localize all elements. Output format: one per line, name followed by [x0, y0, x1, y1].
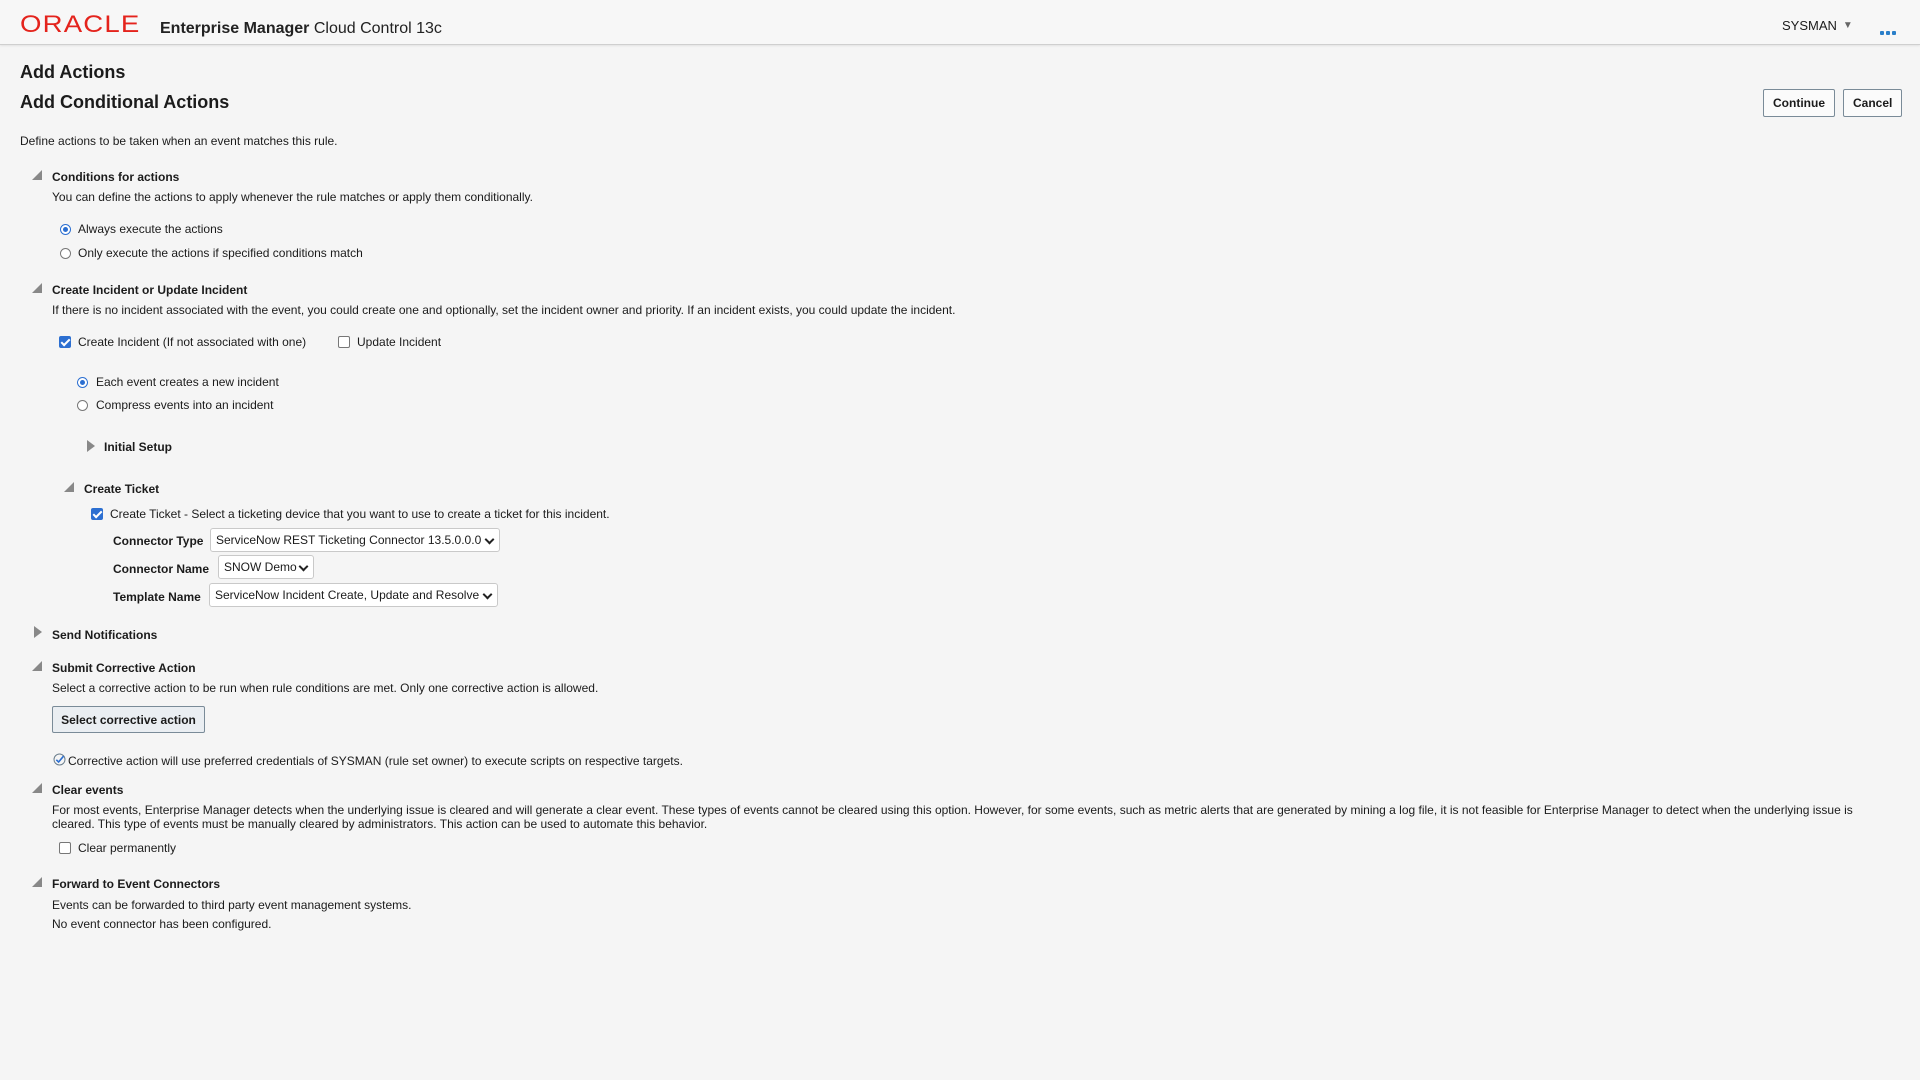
initial-setup-heading[interactable]: Initial Setup — [104, 440, 172, 454]
collapse-triangle-icon[interactable] — [32, 783, 42, 793]
collapse-triangle-icon[interactable] — [32, 661, 42, 671]
create-ticket-heading: Create Ticket — [84, 482, 160, 496]
user-name: SYSMAN — [1782, 18, 1837, 33]
conditions-description: You can define the actions to apply when… — [52, 190, 533, 204]
radio-always-execute-label: Always execute the actions — [78, 222, 223, 236]
section-incident-heading: Create Incident or Update Incident — [52, 283, 248, 297]
clear-events-description-line2: cleared. This type of events must be man… — [52, 817, 708, 831]
more-options-icon[interactable] — [1880, 22, 1898, 35]
radio-compress-events-label: Compress events into an incident — [96, 398, 274, 412]
clear-events-description-line1: For most events, Enterprise Manager dete… — [52, 803, 1853, 817]
update-incident-checkbox[interactable] — [338, 336, 350, 348]
collapse-triangle-icon[interactable] — [32, 283, 42, 293]
clear-permanently-checkbox[interactable] — [59, 842, 71, 854]
radio-conditional-execute[interactable] — [60, 248, 71, 259]
checkmark-info-icon — [53, 753, 66, 766]
expand-triangle-icon[interactable] — [34, 626, 42, 638]
section-clear-events-heading: Clear events — [52, 783, 124, 797]
create-ticket-checkbox[interactable] — [91, 508, 103, 520]
cancel-button[interactable]: Cancel — [1843, 89, 1903, 117]
section-forward-heading: Forward to Event Connectors — [52, 877, 221, 891]
app-title: Enterprise Manager Cloud Control 13c — [160, 19, 442, 39]
expand-triangle-icon[interactable] — [87, 440, 95, 452]
app-title-sub: Cloud Control 13c — [313, 20, 442, 37]
radio-each-event-label: Each event creates a new incident — [96, 375, 279, 389]
app-title-bold: Enterprise Manager — [160, 20, 310, 37]
update-incident-label: Update Incident — [357, 335, 442, 349]
corrective-description: Select a corrective action to be run whe… — [52, 681, 599, 695]
template-name-label: Template Name — [113, 590, 201, 604]
forward-description: Events can be forwarded to third party e… — [52, 898, 412, 912]
connector-type-select[interactable]: ServiceNow REST Ticketing Connector 13.5… — [210, 528, 500, 552]
forward-status: No event connector has been configured. — [52, 917, 272, 931]
page-description: Define actions to be taken when an event… — [20, 134, 338, 148]
app-header: ORACLE Enterprise Manager Cloud Control … — [0, 0, 1920, 45]
connector-type-label: Connector Type — [113, 534, 204, 548]
oracle-logo[interactable]: ORACLE — [20, 13, 140, 37]
connector-name-select[interactable]: SNOW Demo — [218, 555, 314, 579]
page-subtitle: Add Conditional Actions — [20, 92, 230, 112]
section-notifications-heading[interactable]: Send Notifications — [52, 628, 157, 642]
page-title: Add Actions — [20, 62, 126, 82]
user-menu[interactable]: SYSMAN ▼ — [1782, 18, 1853, 33]
corrective-info-text: Corrective action will use preferred cre… — [68, 754, 683, 768]
create-ticket-label: Create Ticket - Select a ticketing devic… — [110, 507, 610, 521]
section-corrective-heading: Submit Corrective Action — [52, 661, 196, 675]
collapse-triangle-icon[interactable] — [64, 482, 74, 492]
template-name-select[interactable]: ServiceNow Incident Create, Update and R… — [209, 583, 498, 607]
radio-always-execute[interactable] — [60, 224, 71, 235]
radio-compress-events[interactable] — [77, 400, 88, 411]
continue-button[interactable]: Continue — [1763, 89, 1835, 117]
connector-name-label: Connector Name — [113, 562, 210, 576]
chevron-down-icon: ▼ — [1842, 20, 1853, 31]
section-conditions-heading: Conditions for actions — [52, 170, 180, 184]
select-corrective-action-button[interactable]: Select corrective action — [52, 706, 205, 733]
clear-permanently-label: Clear permanently — [78, 841, 177, 855]
create-incident-checkbox[interactable] — [59, 336, 71, 348]
incident-description: If there is no incident associated with … — [52, 303, 956, 317]
create-incident-label: Create Incident (If not associated with … — [78, 335, 307, 349]
radio-each-event-new-incident[interactable] — [77, 377, 88, 388]
radio-conditional-execute-label: Only execute the actions if specified co… — [78, 246, 363, 260]
collapse-triangle-icon[interactable] — [32, 170, 42, 180]
collapse-triangle-icon[interactable] — [32, 877, 42, 887]
